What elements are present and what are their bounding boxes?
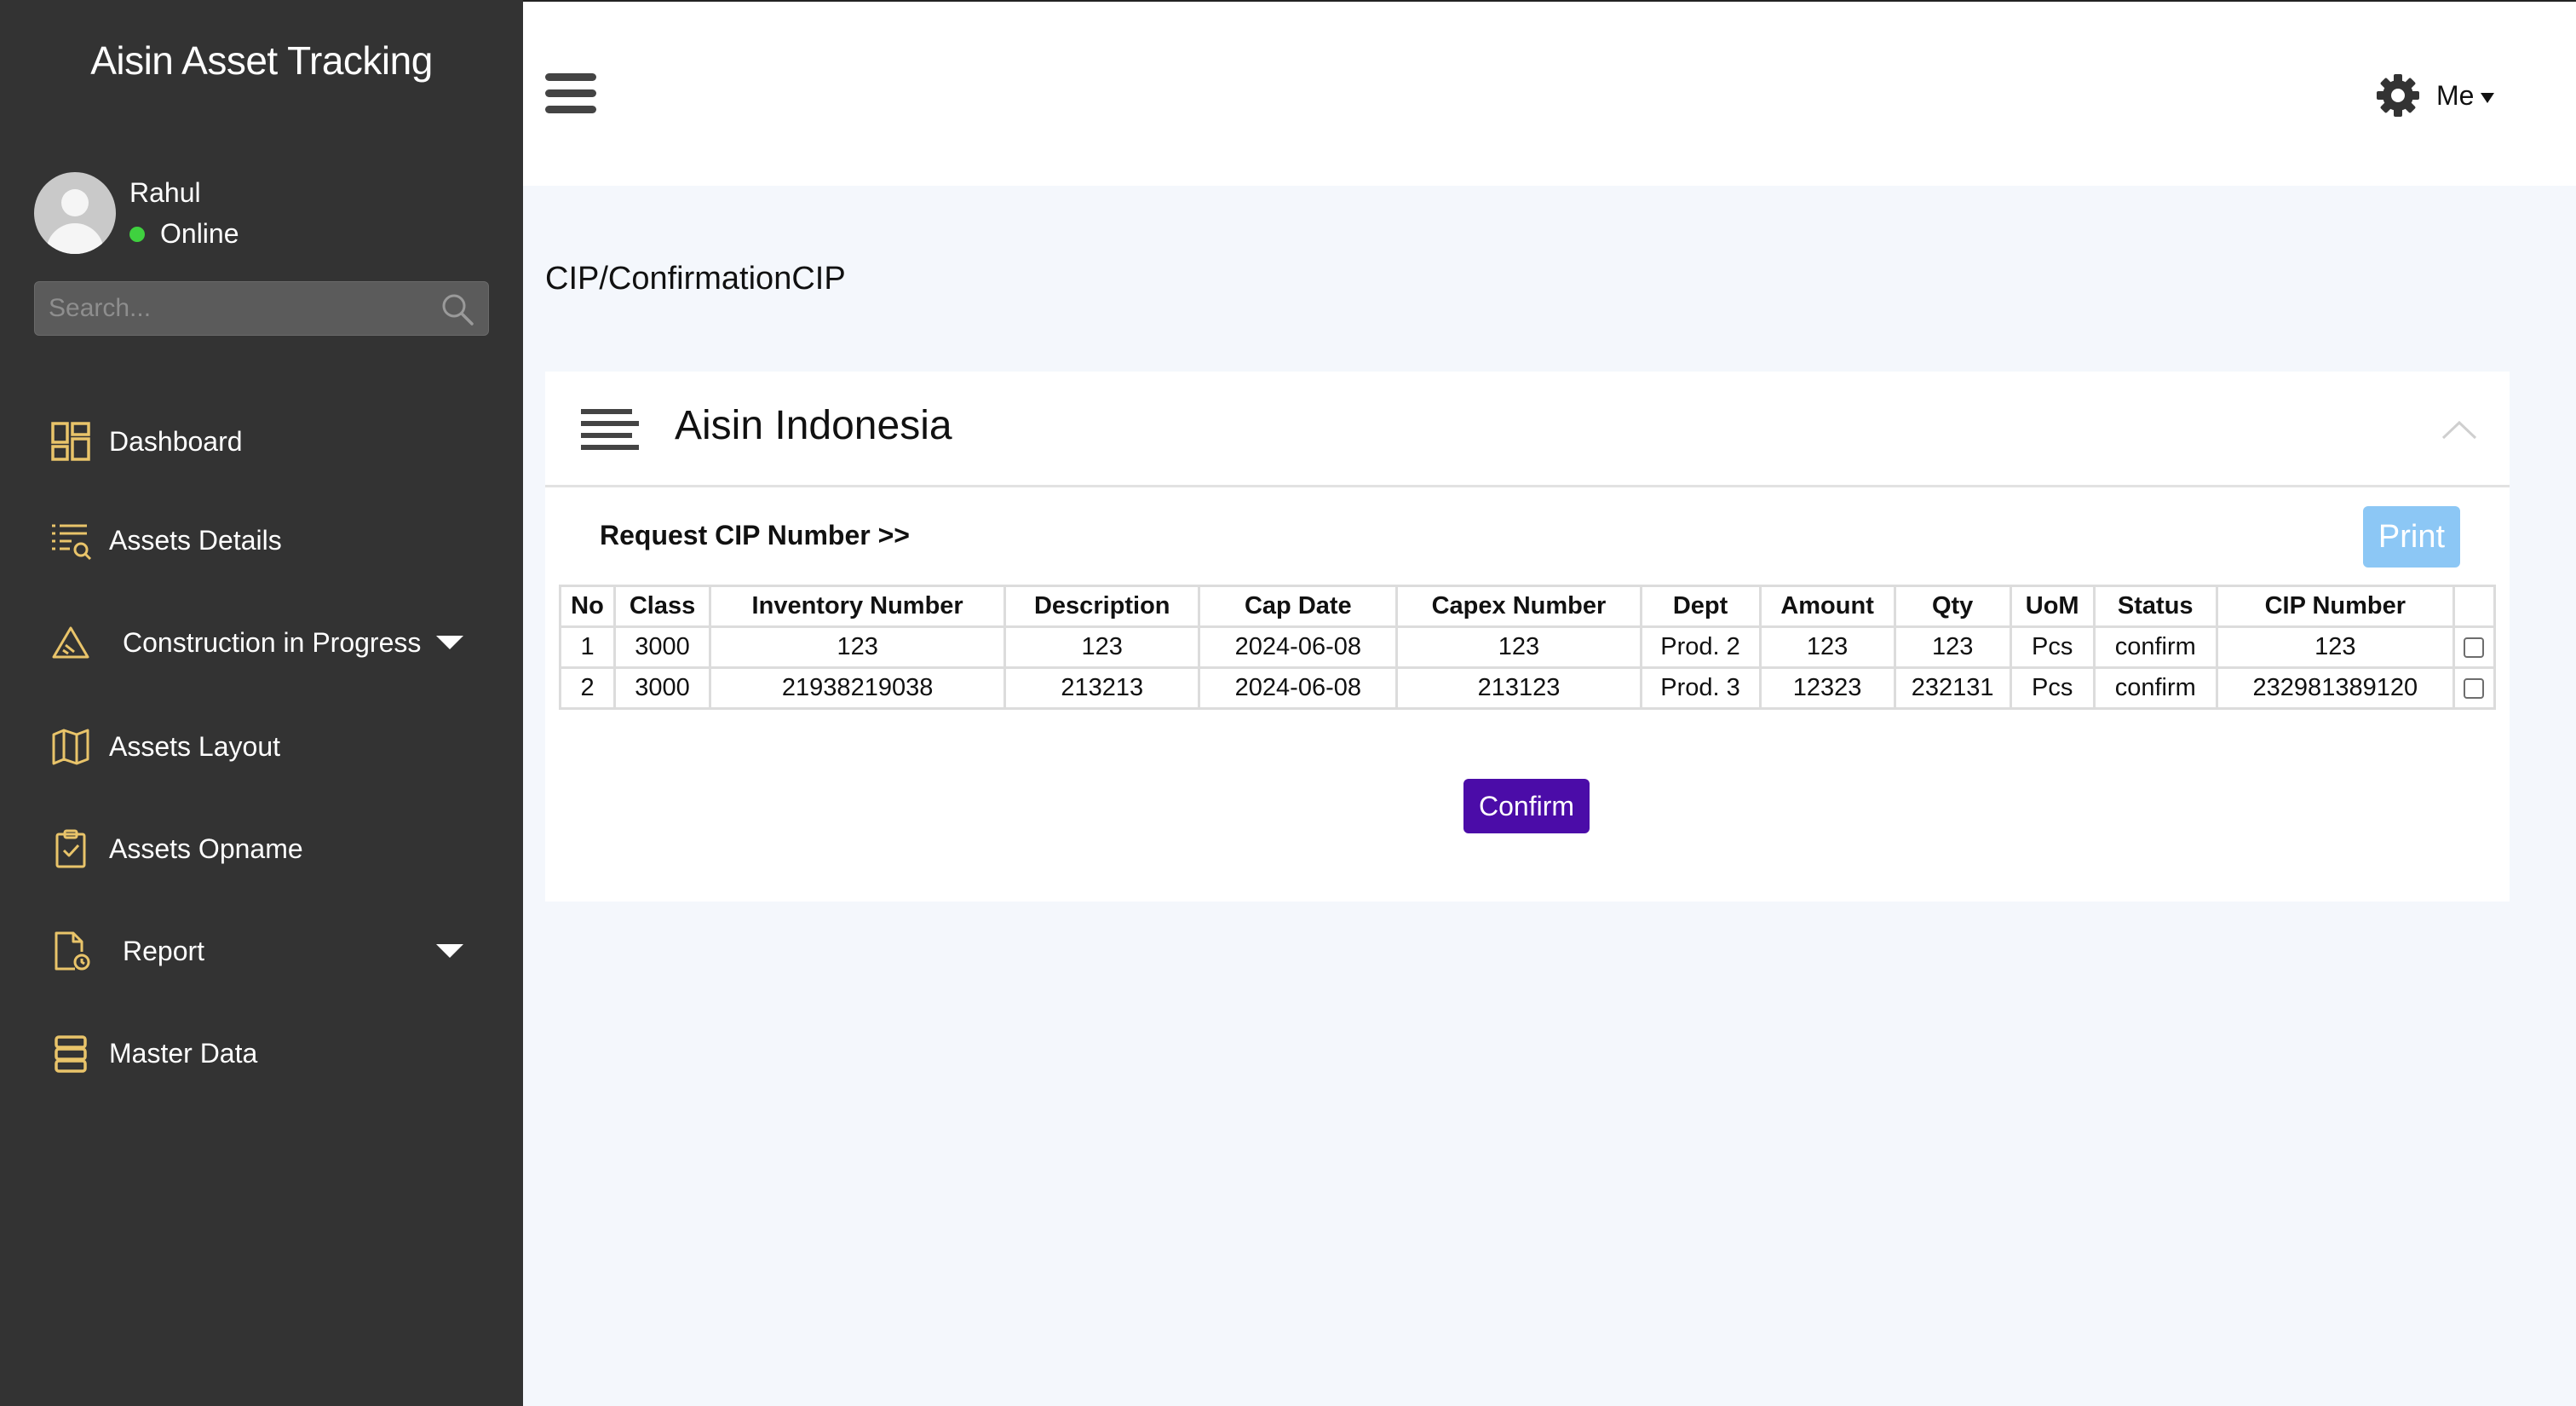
sidebar-item-label: Construction in Progress: [123, 626, 422, 658]
dashboard-icon: [51, 422, 90, 461]
cell-amount: 12323: [1758, 666, 1896, 710]
cell-no: 2: [558, 666, 617, 710]
sidebar-item-label: Report: [123, 935, 205, 966]
sidebar-item-master-data[interactable]: Master Data: [0, 1019, 523, 1087]
row-checkbox[interactable]: [2464, 678, 2485, 700]
print-button[interactable]: Print: [2363, 506, 2460, 568]
gear-icon[interactable]: [2375, 72, 2421, 118]
app-root: Aisin Asset Tracking Rahul Online Search…: [0, 0, 2576, 1406]
caret-down-icon: [2481, 93, 2495, 103]
cell-description: 213213: [1003, 666, 1201, 710]
avatar: [34, 172, 116, 254]
cell-dept: Prod. 2: [1639, 625, 1762, 669]
column-header: Dept: [1639, 585, 1762, 628]
card-title: Aisin Indonesia: [675, 403, 952, 448]
cell-uom: Pcs: [2009, 625, 2096, 669]
column-header: Qty: [1893, 585, 2012, 628]
user-status: Online: [129, 218, 239, 250]
account-menu[interactable]: Me: [2375, 72, 2495, 119]
cell-inventory-number: 123: [709, 625, 1007, 669]
sidebar-item-assets-opname[interactable]: Assets Opname: [0, 815, 523, 883]
align-left-icon: [581, 409, 639, 452]
chevron-up-icon[interactable]: [2438, 409, 2481, 452]
cell-amount: 123: [1758, 625, 1896, 669]
cell-status: confirm: [2092, 666, 2218, 710]
column-header-select: [2452, 585, 2497, 628]
column-header: Inventory Number: [709, 585, 1007, 628]
column-header: Capex Number: [1395, 585, 1642, 628]
cell-class: 3000: [613, 666, 712, 710]
cell-dept: Prod. 3: [1639, 666, 1762, 710]
table-row: 1 3000 123 123 2024-06-08 123 Prod. 2 12…: [558, 625, 2497, 669]
sidebar: Aisin Asset Tracking Rahul Online Search…: [0, 0, 523, 1406]
cell-cip-number: 123: [2215, 625, 2455, 669]
request-cip-number-link[interactable]: Request CIP Number >>: [600, 520, 910, 551]
cell-cap-date: 2024-06-08: [1198, 625, 1399, 669]
chevron-down-icon[interactable]: [436, 636, 463, 649]
sidebar-item-dashboard[interactable]: Dashboard: [0, 407, 523, 475]
cip-table: No Class Inventory Number Description Ca…: [558, 585, 2497, 710]
sidebar-item-label: Master Data: [109, 1037, 258, 1069]
table-header-row: No Class Inventory Number Description Ca…: [558, 585, 2497, 628]
warning-icon: [52, 626, 89, 659]
account-label: Me: [2436, 79, 2475, 111]
column-header: No: [558, 585, 617, 628]
cell-capex-number: 213123: [1395, 666, 1642, 710]
cell-description: 123: [1003, 625, 1201, 669]
clipboard-check-icon: [55, 829, 86, 868]
cell-no: 1: [558, 625, 617, 669]
cip-card: Aisin Indonesia Request CIP Number >> Pr…: [545, 372, 2510, 902]
cell-uom: Pcs: [2009, 666, 2096, 710]
cell-select: [2452, 666, 2497, 710]
sidebar-item-label: Assets Details: [109, 524, 282, 556]
confirm-button[interactable]: Confirm: [1463, 779, 1590, 833]
column-header: Description: [1003, 585, 1201, 628]
breadcrumb: CIP/ConfirmationCIP: [545, 261, 846, 297]
user-name: Rahul: [129, 177, 201, 208]
sidebar-item-construction-in-progress[interactable]: Construction in Progress: [0, 608, 523, 677]
card-header: Aisin Indonesia: [545, 372, 2510, 487]
table-row: 2 3000 21938219038 213213 2024-06-08 213…: [558, 666, 2497, 710]
sidebar-item-label: Assets Layout: [109, 730, 280, 762]
chevron-down-icon[interactable]: [436, 944, 463, 958]
list-search-icon: [52, 524, 92, 561]
app-title: Aisin Asset Tracking: [90, 38, 433, 83]
hamburger-menu-icon[interactable]: [545, 73, 596, 114]
cell-status: confirm: [2092, 625, 2218, 669]
sidebar-item-label: Dashboard: [109, 425, 243, 457]
sidebar-item-assets-layout[interactable]: Assets Layout: [0, 712, 523, 781]
cell-class: 3000: [613, 625, 712, 669]
cell-qty: 123: [1893, 625, 2012, 669]
cell-cap-date: 2024-06-08: [1198, 666, 1399, 710]
column-header: Cap Date: [1198, 585, 1399, 628]
map-icon: [52, 729, 89, 765]
column-header: Class: [613, 585, 712, 628]
online-status-icon: [129, 226, 145, 242]
user-status-label: Online: [160, 218, 239, 249]
cell-inventory-number: 21938219038: [709, 666, 1007, 710]
report-file-icon: [55, 931, 90, 971]
cell-capex-number: 123: [1395, 625, 1642, 669]
search-icon[interactable]: [440, 292, 474, 326]
topbar: Me: [523, 0, 2576, 186]
sidebar-item-report[interactable]: Report: [0, 917, 523, 985]
column-header: Amount: [1758, 585, 1896, 628]
column-header: Status: [2092, 585, 2218, 628]
column-header: CIP Number: [2215, 585, 2455, 628]
cell-select: [2452, 625, 2497, 669]
column-header: UoM: [2009, 585, 2096, 628]
sidebar-item-label: Assets Opname: [109, 833, 303, 864]
sidebar-search: [34, 281, 489, 336]
row-checkbox[interactable]: [2464, 637, 2485, 659]
cell-cip-number: 232981389120: [2215, 666, 2455, 710]
search-input[interactable]: [35, 282, 427, 335]
database-icon: [55, 1035, 87, 1073]
cell-qty: 232131: [1893, 666, 2012, 710]
sidebar-item-assets-details[interactable]: Assets Details: [0, 506, 523, 574]
